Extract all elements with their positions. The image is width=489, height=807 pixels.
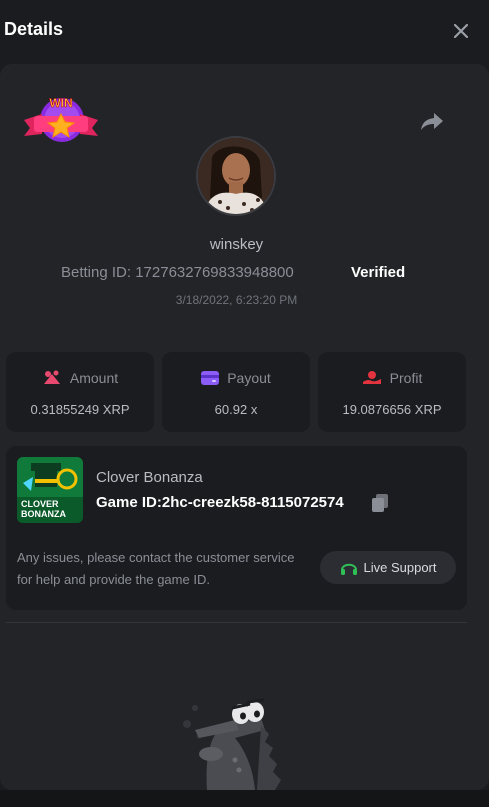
win-badge-icon: WIN	[24, 96, 98, 142]
betting-id-value: 1727632769833948800	[135, 264, 294, 281]
verified-badge: Verified	[351, 264, 406, 281]
avatar	[196, 136, 276, 216]
username: winskey	[209, 236, 264, 253]
close-button[interactable]	[448, 18, 474, 44]
stat-profit-label: Profit	[389, 370, 423, 386]
stat-amount-label: Amount	[69, 370, 119, 386]
win-badge-text: WIN	[49, 96, 72, 110]
header: Details	[0, 0, 489, 62]
stat-profit-value: 19.0876656 XRP	[342, 402, 442, 417]
bottom-strip	[0, 790, 489, 807]
live-support-label: Live Support	[363, 560, 437, 575]
game-card: CLOVER BONANZA Clover Bonanza Game ID:2h…	[6, 446, 467, 610]
wallet-icon	[201, 371, 220, 385]
close-icon	[454, 24, 468, 38]
avatar-photo-icon	[198, 138, 274, 214]
svg-text:BONANZA: BONANZA	[21, 509, 66, 519]
game-thumbnail[interactable]: CLOVER BONANZA	[17, 457, 83, 523]
share-icon	[421, 113, 443, 130]
game-name: Clover Bonanza	[96, 469, 203, 486]
game-id-label: Game ID:	[96, 494, 162, 511]
betting-id-label: Betting ID:	[61, 264, 132, 281]
crocodile-mascot-icon	[183, 698, 281, 790]
stat-card-payout: Payout 60.92 x	[162, 352, 310, 432]
copy-icon	[372, 494, 388, 512]
bet-timestamp: 3/18/2022, 6:23:20 PM	[175, 293, 298, 307]
live-support-button[interactable]: Live Support	[320, 551, 456, 584]
page-title: Details	[4, 19, 64, 39]
stat-card-amount: Amount 0.31855249 XRP	[6, 352, 154, 432]
headset-icon	[340, 563, 357, 575]
stat-amount-value: 0.31855249 XRP	[30, 402, 130, 417]
game-id-value: 2hc-creezk58-8115072574	[161, 494, 344, 511]
stat-payout-label: Payout	[227, 370, 271, 386]
betting-id: Betting ID: 1727632769833948800	[61, 264, 294, 281]
clover-bonanza-thumb-icon: CLOVER BONANZA	[17, 457, 83, 523]
game-id: Game ID:2hc-creezk58-8115072574	[96, 494, 344, 511]
copy-game-id-button[interactable]	[371, 493, 391, 515]
hand-coin-icon	[362, 371, 381, 384]
coins-icon	[43, 370, 60, 384]
support-help-text: Any issues, please contact the customer …	[17, 550, 295, 587]
stat-card-profit: Profit 19.0876656 XRP	[318, 352, 466, 432]
share-button[interactable]	[416, 106, 448, 136]
game-thumb-text: CLOVER	[21, 499, 59, 509]
stat-payout-value: 60.92 x	[214, 402, 258, 417]
divider	[6, 622, 467, 623]
